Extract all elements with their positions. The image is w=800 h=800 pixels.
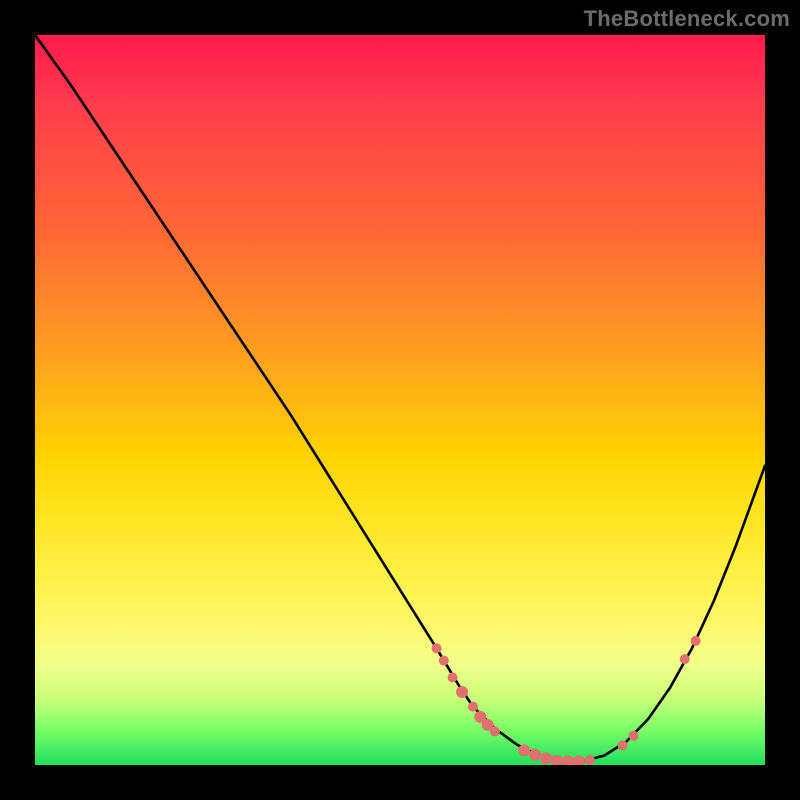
data-marker	[618, 740, 628, 750]
data-marker	[585, 755, 595, 765]
chart-frame: TheBottleneck.com	[0, 0, 800, 800]
data-marker	[529, 749, 541, 761]
bottleneck-curve-line	[35, 35, 765, 761]
data-marker	[562, 755, 574, 765]
watermark-text: TheBottleneck.com	[584, 6, 790, 32]
data-marker	[448, 672, 458, 682]
data-marker	[573, 755, 585, 765]
bottleneck-chart	[35, 35, 765, 765]
data-marker	[629, 731, 639, 741]
data-marker	[432, 643, 442, 653]
data-marker	[490, 726, 500, 736]
data-marker	[540, 752, 552, 764]
data-marker	[468, 702, 478, 712]
data-marker	[551, 755, 563, 765]
data-marker	[680, 654, 690, 664]
data-marker	[518, 744, 530, 756]
data-marker	[439, 656, 449, 666]
data-marker	[456, 686, 468, 698]
data-marker	[691, 636, 701, 646]
